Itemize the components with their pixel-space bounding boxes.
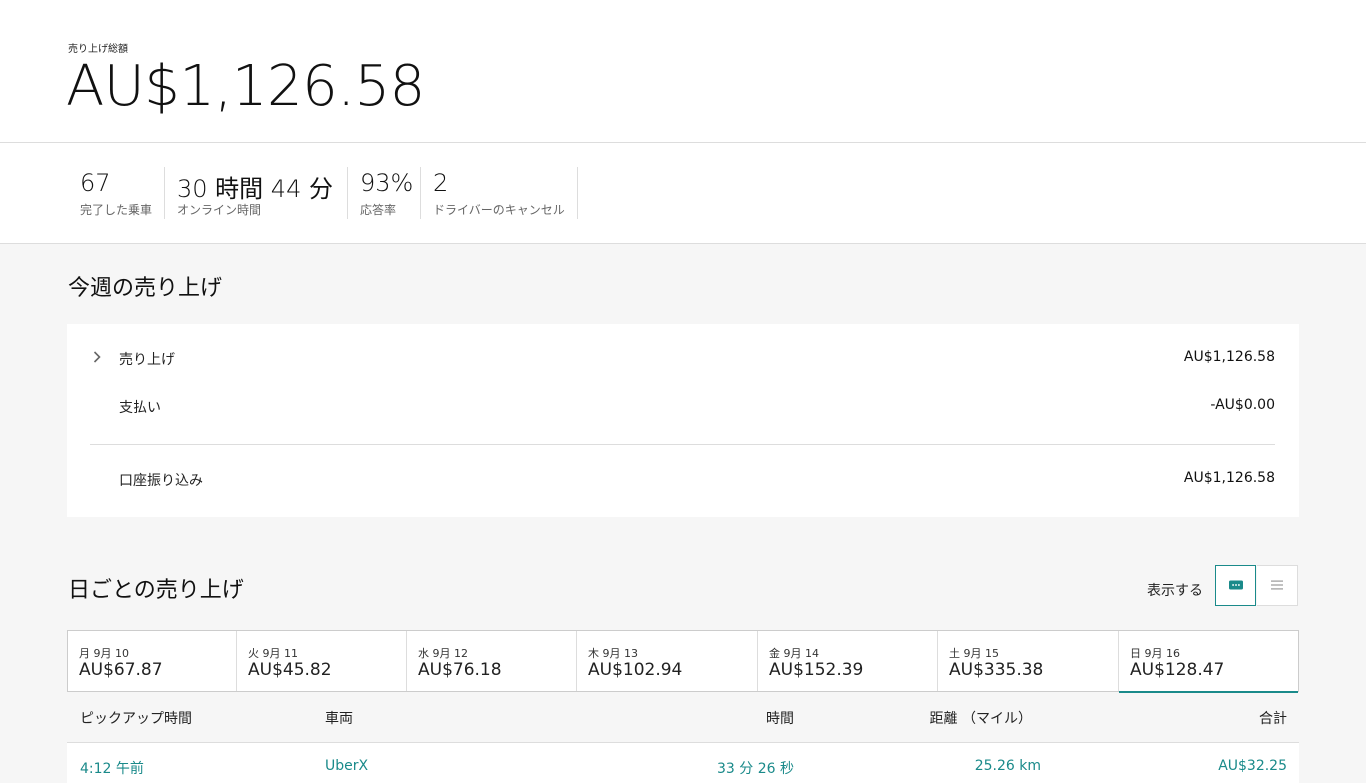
day-amount: AU$45.82: [248, 660, 332, 680]
table-row[interactable]: 4:12 午前 UberX 33 分 26 秒 25.26 km AU$32.2…: [67, 743, 1299, 783]
day-tab-mon[interactable]: 月 9月 10 AU$67.87: [68, 631, 237, 691]
day-tab-sat[interactable]: 土 9月 15 AU$335.38: [938, 631, 1119, 691]
earnings-row[interactable]: 売り上げ AU$1,126.58: [67, 349, 1299, 373]
day-amount: AU$102.94: [588, 660, 683, 680]
view-toggle-label: 表示する: [1147, 583, 1203, 599]
stat-value: 30 時間 44 分: [177, 175, 333, 203]
total-earnings-amount: AU$1,126.58: [66, 54, 425, 119]
day-date: 金 9月 14: [769, 647, 819, 660]
trip-total[interactable]: AU$32.25: [1218, 758, 1287, 774]
stats-bar: 67 完了した乗車 30 時間 44 分 オンライン時間 93% 応答率 2 ド…: [0, 143, 1366, 244]
stat-acceptance-rate: 93% 応答率: [347, 167, 421, 219]
bank-transfer-label: 口座振り込み: [119, 473, 203, 489]
stat-label: ドライバーのキャンセル: [433, 203, 565, 217]
day-tab-thu[interactable]: 木 9月 13 AU$102.94: [577, 631, 758, 691]
earnings-value: AU$1,126.58: [1183, 349, 1275, 365]
trip-distance[interactable]: 25.26 km: [975, 758, 1041, 774]
day-amount: AU$335.38: [949, 660, 1044, 680]
bank-transfer-value: AU$1,126.58: [1183, 470, 1275, 486]
summary-divider: [90, 444, 1275, 445]
stat-label: オンライン時間: [177, 203, 262, 217]
payouts-label: 支払い: [119, 400, 161, 416]
stat-label: 完了した乗車: [80, 203, 153, 217]
header-total[interactable]: 合計: [1259, 708, 1287, 728]
stat-value: 67: [80, 169, 111, 197]
card-view-toggle[interactable]: [1215, 565, 1256, 606]
stat-online-time: 30 時間 44 分 オンライン時間: [164, 167, 348, 219]
daily-earnings-title: 日ごとの売り上げ: [68, 578, 244, 603]
weekly-earnings-title: 今週の売り上げ: [68, 276, 223, 301]
stat-label: 応答率: [360, 203, 397, 217]
header-duration[interactable]: 時間: [766, 708, 794, 728]
stat-value: 2: [433, 169, 449, 197]
day-amount: AU$152.39: [769, 660, 864, 680]
day-tab-sun[interactable]: 日 9月 16 AU$128.47: [1119, 631, 1298, 693]
payouts-row: 支払い -AU$0.00: [67, 397, 1299, 421]
header-vehicle[interactable]: 車両: [325, 708, 353, 728]
day-tab-wed[interactable]: 水 9月 12 AU$76.18: [407, 631, 577, 691]
trip-pickup-time[interactable]: 4:12 午前: [80, 758, 144, 778]
day-tab-tue[interactable]: 火 9月 11 AU$45.82: [237, 631, 407, 691]
header-distance[interactable]: 距離 （マイル）: [930, 708, 1032, 728]
chevron-right-icon[interactable]: [93, 351, 101, 367]
stat-value: 93%: [360, 169, 414, 197]
header-pickup-time[interactable]: ピックアップ時間: [80, 708, 192, 728]
day-amount: AU$67.87: [79, 660, 163, 680]
day-tab-fri[interactable]: 金 9月 14 AU$152.39: [758, 631, 938, 691]
day-amount: AU$128.47: [1130, 660, 1225, 680]
list-view-icon: [1271, 580, 1283, 590]
stat-completed-trips: 67 完了した乗車: [67, 167, 165, 219]
day-tabs: 月 9月 10 AU$67.87 火 9月 11 AU$45.82 水 9月 1…: [67, 630, 1299, 693]
day-date: 水 9月 12: [418, 647, 468, 660]
trip-duration[interactable]: 33 分 26 秒: [717, 758, 794, 778]
weekly-summary-card: 売り上げ AU$1,126.58 支払い -AU$0.00 口座振り込み AU$…: [67, 324, 1299, 517]
total-earnings-header: 売り上げ総額 AU$1,126.58: [0, 0, 1366, 143]
card-view-icon: [1229, 580, 1243, 590]
total-earnings-label: 売り上げ総額: [68, 44, 128, 55]
day-amount: AU$76.18: [418, 660, 502, 680]
day-date: 月 9月 10: [79, 647, 129, 660]
list-view-toggle[interactable]: [1257, 565, 1298, 606]
day-date: 火 9月 11: [248, 647, 298, 660]
day-date: 木 9月 13: [588, 647, 638, 660]
payouts-value: -AU$0.00: [1210, 397, 1275, 413]
earnings-label: 売り上げ: [119, 352, 175, 368]
trips-table-header: ピックアップ時間 車両 時間 距離 （マイル） 合計: [67, 692, 1299, 743]
day-date: 日 9月 16: [1130, 647, 1180, 660]
day-date: 土 9月 15: [949, 647, 999, 660]
stat-driver-cancellations: 2 ドライバーのキャンセル: [420, 167, 578, 219]
trip-vehicle[interactable]: UberX: [325, 758, 368, 774]
bank-transfer-row: 口座振り込み AU$1,126.58: [67, 470, 1299, 494]
